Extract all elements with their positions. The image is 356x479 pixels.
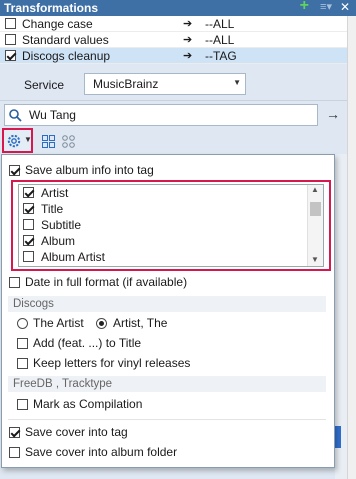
chevron-down-icon: ▼ <box>24 135 32 144</box>
panel-title: Transformations <box>4 1 99 15</box>
keep-letters-checkbox[interactable] <box>17 358 28 369</box>
options-popup: Save album info into tag Artist Title Su… <box>1 154 335 468</box>
search-icon <box>9 109 22 122</box>
transformation-action: --TAG <box>205 49 237 63</box>
save-album-info-checkbox[interactable] <box>9 165 20 176</box>
add-feat-checkbox[interactable] <box>17 338 28 349</box>
save-cover-tag-checkbox[interactable] <box>9 427 20 438</box>
date-full-label: Date in full format (if available) <box>25 275 188 289</box>
highlight-box <box>11 180 331 271</box>
discogs-section-header: Discogs <box>8 296 326 312</box>
service-select[interactable]: MusicBrainz ▼ <box>84 73 246 95</box>
transformation-action: --ALL <box>205 33 235 47</box>
close-icon[interactable]: ✕ <box>340 0 350 14</box>
transformations-list: Change case ➔ --ALL Standard values ➔ --… <box>0 16 347 64</box>
save-cover-folder-label: Save cover into album folder <box>25 445 178 459</box>
mark-compilation-label: Mark as Compilation <box>33 397 143 411</box>
gear-icon <box>7 134 21 148</box>
tile-view-icon[interactable] <box>62 135 75 148</box>
keep-letters-label: Keep letters for vinyl releases <box>33 356 191 370</box>
divider <box>8 419 326 420</box>
divider <box>0 100 347 101</box>
transformation-action: --ALL <box>205 17 235 31</box>
search-value: Wu Tang <box>29 108 76 122</box>
the-artist-radio[interactable] <box>17 318 28 329</box>
arrow-icon: ➔ <box>183 50 193 62</box>
options-button[interactable]: ▼ <box>2 128 33 153</box>
arrow-icon: ➔ <box>183 18 193 30</box>
service-value: MusicBrainz <box>93 77 159 91</box>
add-feat-label: Add (feat. ...) to Title <box>33 336 142 350</box>
panel-titlebar: Transformations + ≡▾ ✕ <box>0 0 356 16</box>
service-label: Service <box>24 78 65 92</box>
transformation-checkbox[interactable] <box>5 18 16 29</box>
freedb-section-header: FreeDB , Tracktype <box>8 376 326 392</box>
panel-scrollbar[interactable] <box>347 16 356 479</box>
transformation-row[interactable]: Standard values ➔ --ALL <box>0 32 347 48</box>
transformation-checkbox[interactable] <box>5 50 16 61</box>
transformation-label: Discogs cleanup <box>22 49 111 63</box>
mark-compilation-checkbox[interactable] <box>17 399 28 410</box>
save-cover-tag-label: Save cover into tag <box>25 425 128 439</box>
transformation-label: Standard values <box>22 33 109 47</box>
the-artist-label: The Artist <box>33 316 84 330</box>
chevron-down-icon: ▼ <box>233 78 241 87</box>
save-cover-folder-checkbox[interactable] <box>9 447 20 458</box>
search-input[interactable]: Wu Tang <box>4 104 318 126</box>
transformation-label: Change case <box>22 17 93 31</box>
date-full-checkbox[interactable] <box>9 277 20 288</box>
menu-icon[interactable]: ≡▾ <box>320 0 332 13</box>
artist-the-radio[interactable] <box>96 318 107 329</box>
add-icon[interactable]: + <box>300 0 309 15</box>
grid-view-icon[interactable] <box>42 135 55 148</box>
artist-the-label: Artist, The <box>113 316 168 330</box>
transformation-checkbox[interactable] <box>5 34 16 45</box>
arrow-icon: ➔ <box>183 34 193 46</box>
save-album-info-label: Save album info into tag <box>25 163 154 177</box>
search-go-icon[interactable]: → <box>326 106 340 122</box>
transformation-row[interactable]: Discogs cleanup ➔ --TAG <box>0 48 347 64</box>
apply-button[interactable] <box>335 426 341 448</box>
transformation-row[interactable]: Change case ➔ --ALL <box>0 16 347 32</box>
